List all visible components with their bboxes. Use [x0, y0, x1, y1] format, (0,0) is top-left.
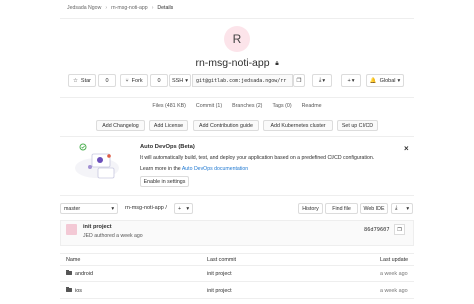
chevron-down-icon: ▾ — [111, 205, 114, 212]
breadcrumb-separator: › — [105, 5, 108, 11]
stats-commits[interactable]: Commit (1) — [196, 103, 222, 109]
project-avatar: R — [224, 26, 250, 52]
chevron-down-icon: ▾ — [397, 77, 401, 84]
header-last-commit: Last commit — [207, 257, 237, 263]
add-file-dropdown[interactable]: + ▾ — [174, 203, 193, 214]
commit-author: JED authored a week ago — [83, 233, 143, 239]
clone-url-input[interactable]: git@gitlab.com:jedsada.ngow/rr — [192, 74, 293, 87]
folder-icon — [66, 269, 72, 276]
repo-path: rn-msg-noti-app / — [125, 205, 167, 211]
clone-protocol-dropdown[interactable]: SSH ▾ — [169, 74, 191, 87]
autodevops-illustration — [75, 143, 119, 179]
notification-dropdown[interactable]: 🔔 Global ▾ — [366, 74, 404, 87]
star-count[interactable]: 0 — [98, 74, 116, 87]
stats-files[interactable]: Files (481 KB) — [152, 103, 186, 109]
breadcrumb: Jedsada Ngow › rn-msg-noti-app › Details — [67, 5, 173, 11]
avatar — [66, 224, 77, 235]
add-contribution-guide-button[interactable]: Add Contribution guide — [193, 120, 259, 131]
table-row[interactable] — [60, 283, 414, 299]
header-name: Name — [66, 257, 81, 263]
file-updated: a week ago — [380, 288, 408, 294]
stats-branches[interactable]: Branches (2) — [232, 103, 262, 109]
branch-selector[interactable]: master ▾ — [60, 203, 118, 214]
divider — [60, 18, 414, 19]
commit-title[interactable]: init project — [83, 224, 112, 230]
file-name[interactable]: ios — [66, 286, 82, 294]
file-commit[interactable]: init project — [207, 288, 232, 294]
commit-sha[interactable]: 86d79607 — [364, 227, 390, 233]
project-name: rn-msg-noti-app — [195, 57, 270, 69]
find-file-button[interactable]: Find file — [325, 203, 358, 214]
add-dropdown[interactable]: + ▾ — [341, 74, 361, 87]
chevron-down-icon: ▾ — [351, 77, 355, 84]
add-kubernetes-cluster-button[interactable]: Add Kubernetes cluster — [263, 120, 333, 131]
lock-icon — [275, 61, 279, 66]
stats-tags[interactable]: Tags (0) — [272, 103, 291, 109]
breadcrumb-owner[interactable]: Jedsada Ngow — [67, 5, 101, 11]
project-stats: Files (481 KB) Commit (1) Branches (2) T… — [0, 103, 474, 109]
setup-cicd-button[interactable]: Set up CI/CD — [337, 120, 378, 131]
star-icon: ☆ — [72, 77, 78, 84]
bell-icon: 🔔 — [369, 77, 377, 84]
download-dropdown[interactable]: ⤓ ▾ — [312, 74, 332, 87]
star-button[interactable]: ☆ Star — [68, 74, 96, 87]
chevron-down-icon: ▾ — [322, 77, 326, 84]
copy-url-button[interactable]: ❐ — [293, 74, 305, 87]
web-ide-button[interactable]: Web IDE — [360, 203, 388, 214]
fork-button[interactable]: ⑂ Fork — [120, 74, 148, 87]
chevron-down-icon: ▾ — [186, 205, 189, 212]
download-dropdown[interactable]: ⤓ ▾ — [391, 203, 413, 214]
table-row[interactable] — [60, 266, 414, 282]
copy-sha-button[interactable]: ❐ — [394, 224, 405, 235]
add-license-button[interactable]: Add License — [149, 120, 188, 131]
add-changelog-button[interactable]: Add Changelog — [96, 120, 145, 131]
copy-icon: ❐ — [296, 77, 302, 84]
autodevops-learn-more: Learn more in the Auto DevOps documentat… — [140, 166, 249, 172]
divider — [60, 195, 414, 196]
plus-icon: + — [347, 77, 351, 84]
fork-count[interactable]: 0 — [150, 74, 168, 87]
breadcrumb-current[interactable]: Details — [157, 5, 173, 11]
fork-icon: ⑂ — [125, 77, 129, 84]
project-title: rn-msg-noti-app — [0, 57, 474, 69]
file-table-header — [60, 253, 414, 266]
close-icon[interactable]: × — [404, 144, 409, 153]
autodevops-docs-link[interactable]: Auto DevOps documentation — [182, 166, 248, 172]
file-updated: a week ago — [380, 271, 408, 277]
autodevops-description: It will automatically build, test, and d… — [140, 155, 375, 161]
stats-readme[interactable]: Readme — [302, 103, 322, 109]
repo-path-root[interactable]: rn-msg-noti-app — [125, 205, 164, 211]
history-button[interactable]: History — [298, 203, 323, 214]
header-last-update: Last update — [380, 257, 409, 263]
chevron-down-icon: ▾ — [406, 205, 409, 212]
autodevops-title: Auto DevOps (Beta) — [140, 144, 195, 150]
divider — [60, 97, 414, 98]
breadcrumb-separator: › — [151, 5, 154, 11]
enable-in-settings-button[interactable]: Enable in settings — [140, 176, 189, 187]
download-icon: ⤓ — [318, 77, 322, 83]
file-commit[interactable]: init project — [207, 271, 232, 277]
download-icon: ⤓ — [395, 205, 398, 211]
divider — [60, 136, 414, 137]
file-name[interactable]: android — [66, 269, 93, 277]
copy-icon: ❐ — [397, 226, 402, 233]
chevron-down-icon: ▾ — [185, 77, 189, 84]
folder-icon — [66, 286, 72, 293]
breadcrumb-project[interactable]: rn-msg-noti-app — [111, 5, 148, 11]
